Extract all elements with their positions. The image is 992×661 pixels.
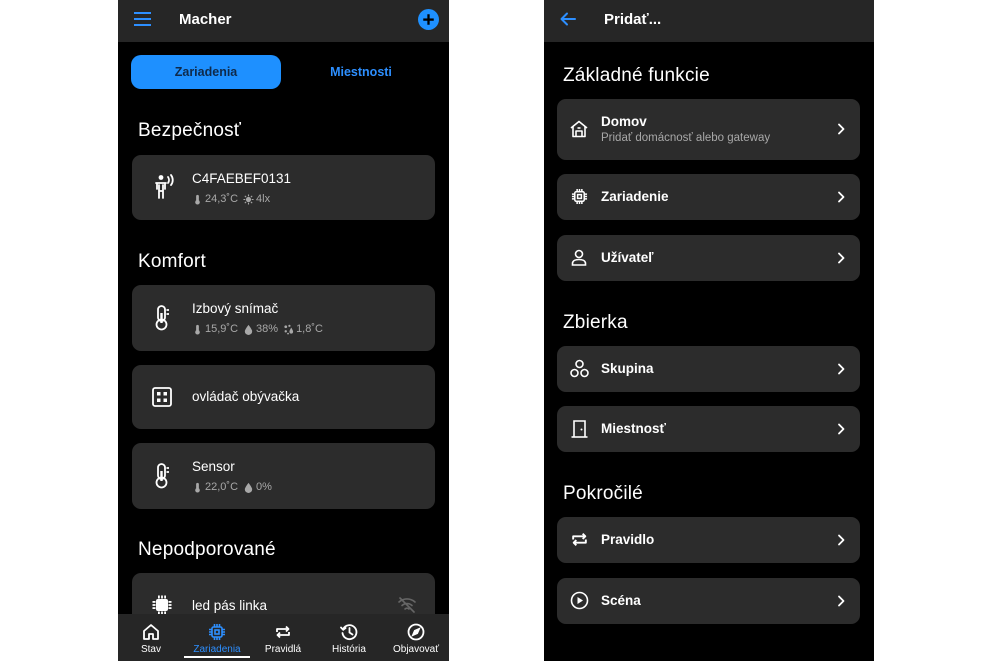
chevron-right-icon bbox=[836, 595, 846, 607]
page-title: Pridať... bbox=[604, 11, 662, 28]
chevron-right-icon bbox=[836, 534, 846, 546]
add-screen: Pridať... Základné funkcie Domov Pridať … bbox=[544, 0, 874, 661]
wifi-off-icon bbox=[398, 597, 416, 613]
dew-point-value: 1,8˚C bbox=[296, 323, 323, 335]
top-app-bar: Pridať... bbox=[544, 0, 874, 42]
add-item-zariadenie[interactable]: Zariadenie bbox=[557, 174, 860, 220]
humidity-value: 0% bbox=[256, 481, 272, 493]
section-title-zbierka: Zbierka bbox=[563, 312, 628, 333]
device-card-sensor[interactable]: Sensor 22,0˚C 0% bbox=[132, 443, 435, 509]
user-icon bbox=[571, 249, 587, 266]
thermometer-icon bbox=[192, 482, 203, 493]
item-label: Scéna bbox=[601, 593, 641, 608]
device-name: led pás linka bbox=[192, 598, 268, 613]
humidity-value: 38% bbox=[256, 323, 279, 335]
nav-pravidla[interactable]: Pravidlá bbox=[259, 614, 307, 661]
section-title-zakladne-funkcie: Základné funkcie bbox=[563, 65, 710, 86]
nav-objavovat[interactable]: Objavovať bbox=[390, 614, 442, 661]
chevron-right-icon bbox=[836, 363, 846, 375]
chevron-right-icon bbox=[836, 123, 846, 135]
item-label: Pravidlo bbox=[601, 532, 655, 547]
add-circle-icon[interactable] bbox=[418, 9, 439, 30]
device-card-c4faebef0131[interactable]: C4FAEBEF0131 24,3˚C 4lx bbox=[132, 155, 435, 220]
chip-icon bbox=[571, 188, 588, 205]
compass-icon bbox=[407, 623, 425, 641]
chip-icon bbox=[152, 595, 172, 615]
humidity-icon bbox=[243, 482, 254, 493]
item-label: Zariadenie bbox=[601, 189, 669, 204]
section-title-pokrocile: Pokročilé bbox=[563, 483, 643, 504]
switch-panel-icon bbox=[152, 387, 172, 407]
device-card-izbovy-snimac[interactable]: Izbový snímač 15,9˚C 38% 1,8˚C bbox=[132, 285, 435, 351]
add-item-uzivatel[interactable]: Užívateľ bbox=[557, 235, 860, 281]
add-item-skupina[interactable]: Skupina bbox=[557, 346, 860, 392]
nav-label: Stav bbox=[140, 644, 161, 655]
light-value: 4lx bbox=[256, 193, 271, 205]
chevron-right-icon bbox=[836, 423, 846, 435]
sun-icon bbox=[243, 193, 254, 205]
repeat-icon bbox=[274, 623, 292, 641]
item-label: Domov bbox=[601, 114, 647, 129]
nav-active-indicator bbox=[184, 656, 250, 658]
chevron-right-icon bbox=[836, 191, 846, 203]
motion-sensor-icon bbox=[152, 174, 176, 200]
chip-icon bbox=[208, 623, 226, 641]
home-icon bbox=[142, 623, 160, 641]
item-label: Užívateľ bbox=[601, 250, 654, 265]
chevron-right-icon bbox=[836, 252, 846, 264]
nav-zariadenia[interactable]: Zariadenia bbox=[188, 614, 246, 661]
nav-stav[interactable]: Stav bbox=[130, 614, 172, 661]
item-label: Skupina bbox=[601, 361, 654, 376]
device-readings: 22,0˚C 0% bbox=[192, 481, 272, 493]
dew-point-icon bbox=[283, 324, 294, 335]
add-item-pravidlo[interactable]: Pravidlo bbox=[557, 517, 860, 563]
bottom-navigation: Stav Zariadenia Pravidlá História Objavo… bbox=[118, 614, 449, 661]
door-icon bbox=[571, 420, 588, 438]
tab-zariadenia[interactable]: Zariadenia bbox=[131, 55, 281, 89]
device-readings: 24,3˚C 4lx bbox=[192, 193, 270, 205]
view-switch: Zariadenia Miestnosti bbox=[131, 55, 436, 89]
nav-label: História bbox=[332, 644, 366, 655]
device-name: ovládač obývačka bbox=[192, 389, 300, 404]
device-name: C4FAEBEF0131 bbox=[192, 171, 292, 186]
device-readings: 15,9˚C 38% 1,8˚C bbox=[192, 323, 323, 335]
house-icon bbox=[570, 120, 588, 138]
temperature-value: 22,0˚C bbox=[205, 481, 239, 493]
nav-label: Pravidlá bbox=[264, 644, 302, 655]
humidity-icon bbox=[243, 324, 254, 335]
section-title-nepodporovane: Nepodporované bbox=[138, 539, 276, 560]
devices-screen: Macher Zariadenia Miestnosti Bezpečnosť … bbox=[118, 0, 449, 661]
nav-label: Objavovať bbox=[393, 644, 439, 655]
temperature-value: 24,3˚C bbox=[205, 193, 239, 205]
nav-label: Zariadenia bbox=[193, 644, 241, 655]
thermometer-icon bbox=[154, 305, 170, 331]
device-name: Sensor bbox=[192, 459, 235, 474]
arrow-back-icon[interactable] bbox=[560, 12, 576, 26]
group-icon bbox=[570, 359, 589, 378]
history-icon bbox=[340, 623, 358, 641]
top-app-bar: Macher bbox=[118, 0, 449, 42]
repeat-icon bbox=[570, 530, 589, 549]
item-subtitle: Pridať domácnosť alebo gateway bbox=[601, 132, 771, 144]
add-item-scena[interactable]: Scéna bbox=[557, 578, 860, 624]
thermometer-icon bbox=[154, 463, 170, 489]
section-title-bezpecnost: Bezpečnosť bbox=[138, 120, 242, 141]
add-item-domov[interactable]: Domov Pridať domácnosť alebo gateway bbox=[557, 99, 860, 160]
play-circle-icon bbox=[570, 591, 589, 610]
device-card-ovladac-obyvacka[interactable]: ovládač obývačka bbox=[132, 365, 435, 429]
page-title: Macher bbox=[179, 11, 232, 28]
item-label: Miestnosť bbox=[601, 421, 666, 436]
thermometer-icon bbox=[192, 194, 203, 205]
device-name: Izbový snímač bbox=[192, 301, 279, 316]
temperature-value: 15,9˚C bbox=[205, 323, 239, 335]
add-item-miestnost[interactable]: Miestnosť bbox=[557, 406, 860, 452]
tab-miestnosti[interactable]: Miestnosti bbox=[286, 55, 436, 89]
nav-historia[interactable]: História bbox=[325, 614, 373, 661]
section-title-komfort: Komfort bbox=[138, 251, 206, 272]
thermometer-icon bbox=[192, 324, 203, 335]
menu-icon[interactable] bbox=[134, 12, 151, 26]
